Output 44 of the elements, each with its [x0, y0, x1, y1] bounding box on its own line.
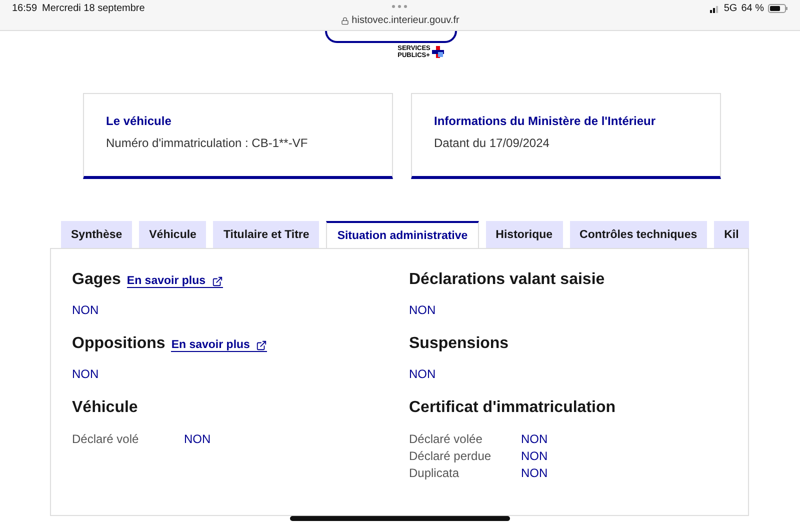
lock-icon [340, 16, 349, 24]
section-heading: Suspensions [409, 335, 509, 353]
status-value: NON [521, 465, 548, 482]
field-label: Duplicata [409, 465, 460, 482]
section-heading: Gages [72, 271, 121, 289]
external-link-icon [256, 340, 267, 350]
field-label: Déclaré volée [409, 431, 484, 448]
tab[interactable]: Synthèse [61, 221, 132, 248]
status-value: NON [521, 448, 548, 465]
logo-icon [432, 46, 444, 58]
card-text: Datant du 17/09/2024 [434, 136, 550, 150]
address-url[interactable]: histovec.interieur.gouv.fr [352, 15, 460, 26]
tab[interactable]: Contrôles techniques [570, 221, 708, 248]
status-value: NON [72, 367, 100, 381]
tab[interactable]: Situation administrative [326, 221, 479, 248]
button-outline[interactable] [325, 31, 457, 43]
tab[interactable]: Titulaire et Titre [213, 221, 320, 248]
signal-icon [710, 4, 720, 12]
tab[interactable]: Historique [486, 221, 563, 248]
status-value: NON [409, 303, 437, 317]
network-label: 5G [724, 3, 738, 14]
section-heading: Certificat d'immatriculation [409, 399, 616, 417]
battery-level: 64 % [741, 3, 764, 14]
field-label: Déclaré perdue [409, 448, 492, 465]
tab[interactable]: Kil [714, 221, 749, 248]
more-icon[interactable] [392, 5, 407, 8]
status-date: Mercredi 18 septembre [42, 3, 145, 14]
status-value: NON [184, 431, 211, 448]
status-time: 16:59 [12, 3, 38, 14]
card-title: Informations du Ministère de l'Intérieur [434, 114, 657, 128]
learn-more-link[interactable]: En savoir plus [171, 339, 267, 352]
card-text: Numéro d'immatriculation : CB-1**-VF [106, 136, 309, 150]
external-link-icon [212, 276, 223, 286]
battery-icon [768, 4, 788, 13]
learn-more-link[interactable]: En savoir plus [126, 275, 223, 288]
tab[interactable]: Véhicule [139, 221, 206, 248]
section-heading: Déclarations valant saisie [409, 271, 605, 289]
status-value: NON [521, 431, 548, 448]
status-value: NON [72, 303, 100, 317]
field-label: Déclaré volé [72, 431, 140, 448]
section-heading: Véhicule [72, 399, 138, 417]
card-title: Le véhicule [106, 114, 172, 128]
section-heading: Oppositions [72, 335, 166, 353]
status-value: NON [409, 367, 437, 381]
